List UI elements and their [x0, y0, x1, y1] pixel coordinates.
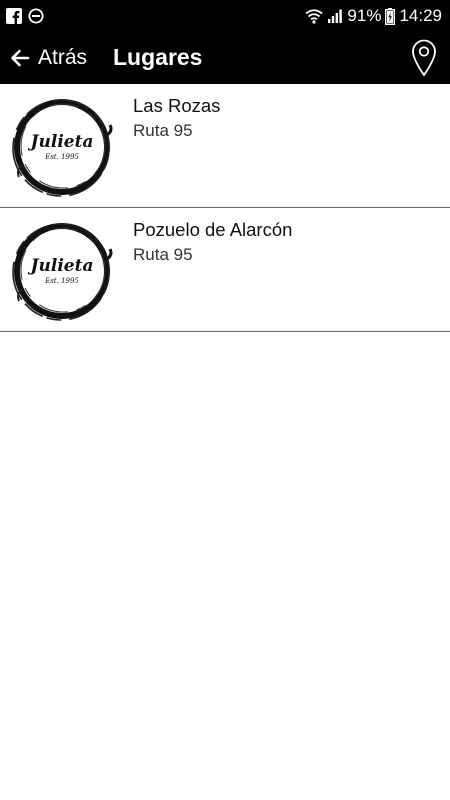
list-item[interactable]: Julieta Est. 1995 Pozuelo de Alarcón Rut…	[0, 208, 450, 332]
back-label: Atrás	[38, 46, 88, 69]
map-button[interactable]	[408, 38, 440, 78]
place-name: Las Rozas	[133, 95, 221, 116]
place-subtitle: Ruta 95	[133, 245, 193, 264]
logo-subtext: Est. 1995	[44, 277, 79, 285]
place-subtitle: Ruta 95	[133, 121, 193, 140]
back-button[interactable]: Atrás	[8, 32, 87, 84]
map-pin-icon	[412, 39, 436, 77]
signal-icon	[328, 9, 343, 23]
status-bar-right: 91% 14:29	[305, 6, 442, 26]
place-name: Pozuelo de Alarcón	[133, 219, 293, 240]
battery-icon	[385, 7, 396, 25]
wifi-icon	[305, 9, 323, 24]
logo-text: Julieta	[27, 256, 93, 276]
status-bar: 91% 14:29	[0, 0, 450, 32]
page-title: Lugares	[113, 44, 203, 70]
places-list: Julieta Est. 1995 Las Rozas Ruta 95 Juli…	[0, 84, 450, 332]
logo-subtext: Est. 1995	[44, 153, 79, 161]
julieta-logo: Julieta Est. 1995	[12, 223, 113, 321]
facebook-icon	[6, 8, 22, 24]
status-bar-left	[6, 8, 44, 24]
logo-text: Julieta	[27, 132, 93, 152]
do-not-disturb-icon	[28, 8, 44, 24]
list-item[interactable]: Julieta Est. 1995 Las Rozas Ruta 95	[0, 84, 450, 208]
clock: 14:29	[399, 6, 442, 25]
julieta-logo: Julieta Est. 1995	[12, 99, 113, 197]
app-bar: Atrás Lugares	[0, 32, 450, 84]
arrow-left-icon	[11, 49, 30, 67]
battery-percent: 91%	[347, 6, 382, 25]
